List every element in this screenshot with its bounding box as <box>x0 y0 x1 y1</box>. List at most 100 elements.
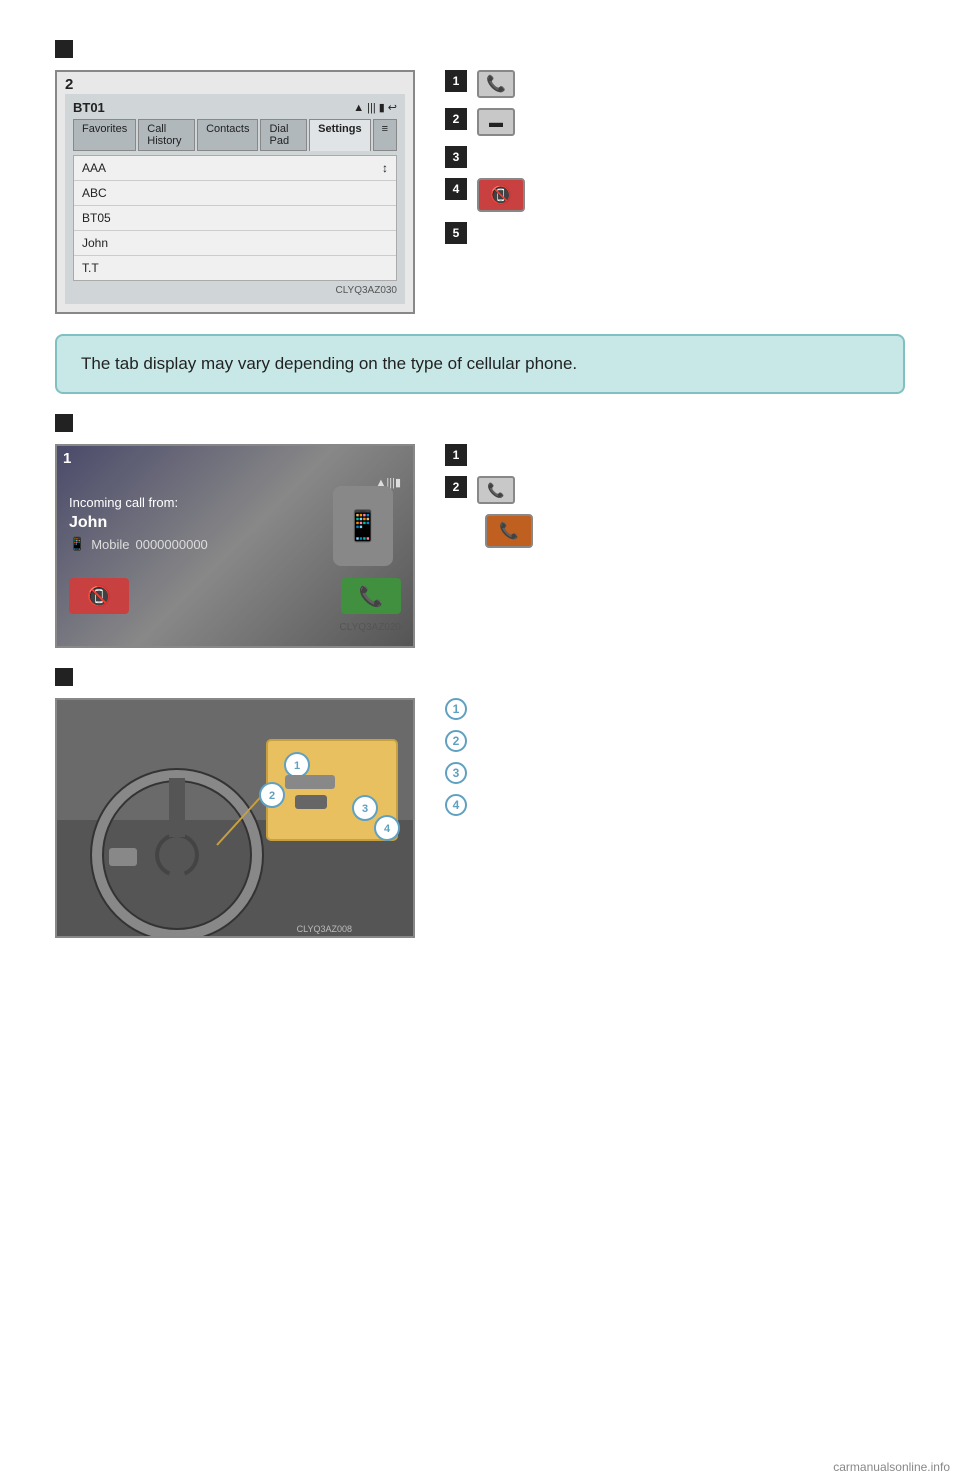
incoming-screen-code: CLYQ3AZ020 <box>69 622 401 633</box>
num-item-2: 2 ▬ <box>445 108 905 136</box>
phone-icon-1: 📞 <box>477 70 515 98</box>
phone-silhouette-icon: 📱 <box>344 509 381 544</box>
incoming-buttons: 📵 📞 <box>69 572 401 618</box>
phone-symbol-1: 📞 <box>486 74 506 94</box>
signal-icon: ▲ <box>353 102 364 114</box>
tab-callhistory[interactable]: Call History <box>138 119 195 151</box>
num-content-1: 📞 <box>477 70 905 98</box>
badge-3: 3 <box>445 146 467 168</box>
section3: 1 2 3 4 CLYQ3AZ008 <box>55 668 905 938</box>
info-box-text: The tab display may vary depending on th… <box>81 354 577 373</box>
screen-code-1: CLYQ3AZ030 <box>73 285 397 296</box>
num-content-4: 📵 <box>477 178 905 212</box>
section1-numbered-items: 1 📞 2 ▬ <box>445 70 905 244</box>
mobile-icon: 📱 <box>69 536 85 552</box>
section2-header <box>55 414 905 432</box>
settings-icon-2: ▬ <box>477 108 515 136</box>
settings-symbol-2: ▬ <box>489 114 503 130</box>
steering-wheel-svg: 1 2 3 4 CLYQ3AZ008 <box>57 700 415 938</box>
tab-more[interactable]: ≡ <box>373 119 397 151</box>
section2: 1 ▲|||▮ Incoming call from: John 📱 Mobil… <box>55 414 905 648</box>
end-call-icon: 📵 <box>477 178 525 212</box>
list-item-aaa: AAA↕ <box>74 156 396 181</box>
num-content-2: ▬ <box>477 108 905 136</box>
svg-text:1: 1 <box>294 760 300 772</box>
badge-2: 2 <box>445 108 467 130</box>
section3-content: 1 2 3 4 CLYQ3AZ008 <box>55 698 905 938</box>
signal-bars: ||| <box>367 102 376 114</box>
list-item-bt05: BT05 <box>74 206 396 231</box>
decline-call-button[interactable]: 📵 <box>69 578 129 614</box>
s2-badge-2: 2 <box>445 476 467 498</box>
s2-answer-symbol: 📞 <box>487 482 504 499</box>
screen-icons: ▲ ||| ▮ ↩ <box>353 101 397 114</box>
section3-numbered-items: 1 2 3 4 <box>445 698 905 816</box>
steering-wheel-image: 1 2 3 4 CLYQ3AZ008 <box>55 698 415 938</box>
s3-num-item-2: 2 <box>445 730 905 752</box>
s2-num-item-2b: 📞 <box>485 514 905 548</box>
screen-contact-list: AAA↕ ABC BT05 John T.T <box>73 155 397 281</box>
incoming-call-screen: 1 ▲|||▮ Incoming call from: John 📱 Mobil… <box>55 444 415 648</box>
screen-mockup-1: 2 BT01 ▲ ||| ▮ ↩ Favorites Call History <box>55 70 415 314</box>
svg-text:4: 4 <box>384 823 391 835</box>
screen-mockup-label: 2 <box>63 76 75 93</box>
answer-icon: 📞 <box>359 584 384 609</box>
tab-contacts[interactable]: Contacts <box>197 119 258 151</box>
num-item-4: 4 📵 <box>445 178 905 212</box>
tab-settings[interactable]: Settings <box>309 119 370 151</box>
s2-num-item-1: 1 <box>445 444 905 466</box>
num-item-5: 5 <box>445 222 905 244</box>
s3-circle-3: 3 <box>445 762 467 784</box>
page-content: 2 BT01 ▲ ||| ▮ ↩ Favorites Call History <box>0 0 960 1018</box>
s3-circle-4: 4 <box>445 794 467 816</box>
s2-answer-icon: 📞 <box>477 476 515 504</box>
decline-icon: 📵 <box>87 584 112 609</box>
website-watermark: carmanualsonline.info <box>833 1460 950 1474</box>
badge-5: 5 <box>445 222 467 244</box>
phone-silhouette: 📱 <box>333 486 393 566</box>
s3-num-item-3: 3 <box>445 762 905 784</box>
s2-badge-1: 1 <box>445 444 467 466</box>
incoming-screen-label: 1 <box>63 450 71 467</box>
screen-inner: BT01 ▲ ||| ▮ ↩ Favorites Call History Co… <box>65 94 405 304</box>
section3-header <box>55 668 905 686</box>
screen-topbar: BT01 ▲ ||| ▮ ↩ <box>73 100 397 115</box>
s2-num-item-2: 2 📞 <box>445 476 905 504</box>
svg-text:3: 3 <box>362 803 368 815</box>
incoming-number: 0000000000 <box>135 537 207 552</box>
section3-square <box>55 668 73 686</box>
svg-text:2: 2 <box>269 790 275 802</box>
list-item-tt: T.T <box>74 256 396 280</box>
s2-orange-icon: 📞 <box>485 514 533 548</box>
list-item-abc: ABC <box>74 181 396 206</box>
section1: 2 BT01 ▲ ||| ▮ ↩ Favorites Call History <box>55 40 905 314</box>
s2-orange-symbol: 📞 <box>499 521 519 541</box>
tab-favorites[interactable]: Favorites <box>73 119 136 151</box>
s3-num-item-1: 1 <box>445 698 905 720</box>
section1-content: 2 BT01 ▲ ||| ▮ ↩ Favorites Call History <box>55 70 905 314</box>
battery-icon: ▮ <box>379 101 385 114</box>
num-item-1: 1 📞 <box>445 70 905 98</box>
section2-content: 1 ▲|||▮ Incoming call from: John 📱 Mobil… <box>55 444 905 648</box>
tab-dialpad[interactable]: Dial Pad <box>260 119 307 151</box>
screen-tabs[interactable]: Favorites Call History Contacts Dial Pad… <box>73 119 397 151</box>
section2-numbered-items: 1 2 📞 <box>445 444 905 548</box>
badge-4: 4 <box>445 178 467 200</box>
back-icon: ↩ <box>388 101 397 114</box>
end-call-symbol: 📵 <box>490 185 512 206</box>
s3-circle-1: 1 <box>445 698 467 720</box>
s3-num-item-4: 4 <box>445 794 905 816</box>
s2-num-content-2: 📞 <box>477 476 905 504</box>
section2-square <box>55 414 73 432</box>
section1-header <box>55 40 905 58</box>
s2-num-content-2b: 📞 <box>485 514 905 548</box>
info-box: The tab display may vary depending on th… <box>55 334 905 394</box>
section1-square <box>55 40 73 58</box>
num-item-3: 3 <box>445 146 905 168</box>
incoming-type: Mobile <box>91 537 129 552</box>
screen-title: BT01 <box>73 100 105 115</box>
badge-1: 1 <box>445 70 467 92</box>
svg-text:CLYQ3AZ008: CLYQ3AZ008 <box>297 924 352 934</box>
incoming-inner: ▲|||▮ Incoming call from: John 📱 Mobile … <box>57 446 413 646</box>
answer-call-button[interactable]: 📞 <box>341 578 401 614</box>
